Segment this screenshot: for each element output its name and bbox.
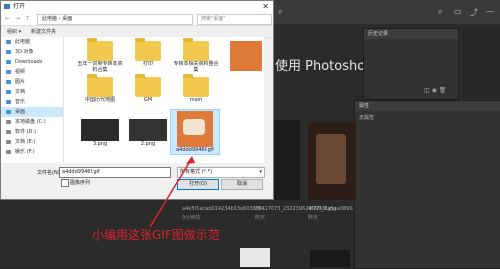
annotation-text: 小编用这张GIF图做示范 xyxy=(92,228,220,242)
annotation-arrow xyxy=(149,156,195,228)
